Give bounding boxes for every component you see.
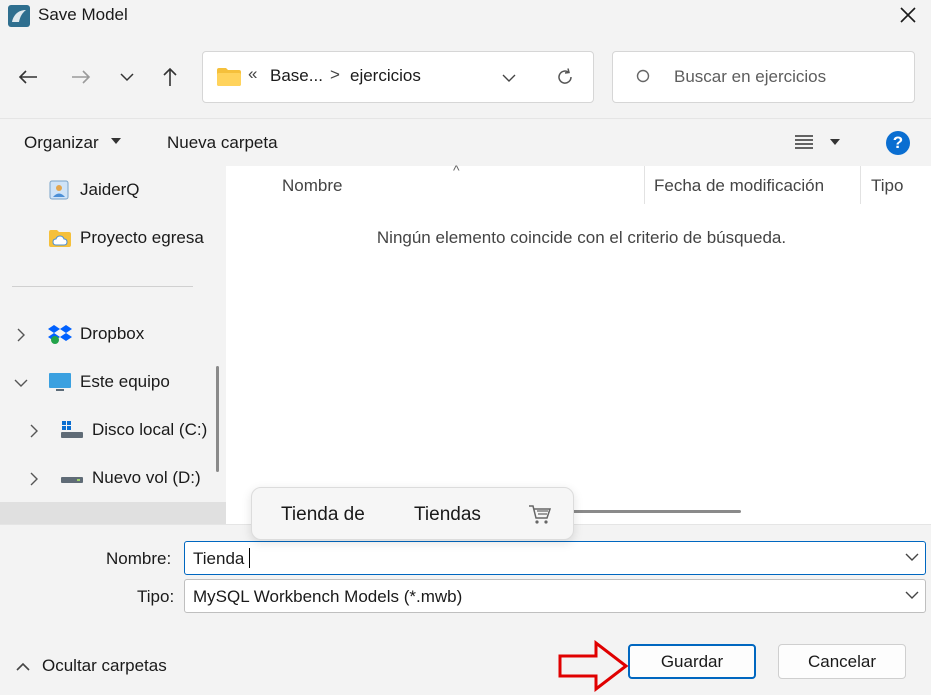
mysql-workbench-icon (8, 5, 30, 27)
sidebar-item-disco-c[interactable]: Disco local (C:) (60, 415, 207, 445)
column-divider[interactable] (860, 166, 861, 204)
cloud-folder-icon (48, 227, 72, 249)
computer-icon (48, 371, 72, 393)
address-overflow[interactable]: « (248, 64, 257, 84)
chevron-right-icon[interactable] (16, 328, 26, 342)
sidebar-item-label: JaiderQ (80, 180, 140, 199)
help-button[interactable]: ? (886, 131, 910, 155)
chevron-down-icon[interactable] (14, 378, 28, 388)
chevron-right-icon[interactable] (29, 472, 39, 486)
sidebar-item-label: Proyecto egresa (80, 228, 204, 247)
search-placeholder: Buscar en ejercicios (674, 67, 827, 86)
drive-icon (60, 467, 84, 489)
caret-down-icon[interactable] (829, 138, 841, 146)
annotation-arrow-icon (558, 640, 629, 692)
file-type-value: MySQL Workbench Models (*.mwb) (193, 587, 463, 606)
shopping-cart-icon[interactable] (528, 503, 552, 525)
search-box[interactable]: Buscar en ejercicios (612, 51, 915, 103)
sidebar-item-label: Dropbox (80, 324, 145, 343)
close-button[interactable] (890, 0, 926, 30)
command-bar: Organizar Nueva carpeta ? (0, 118, 931, 166)
chevron-down-icon[interactable] (905, 552, 919, 562)
new-folder-button[interactable]: Nueva carpeta (167, 133, 278, 153)
close-icon (900, 7, 916, 23)
dropbox-icon (48, 323, 72, 345)
filename-value[interactable]: Tienda (193, 549, 244, 569)
hide-folders-button[interactable]: Ocultar carpetas (42, 656, 167, 676)
address-current[interactable]: ejercicios (350, 66, 421, 86)
column-header-date[interactable]: Fecha de modificación (654, 176, 824, 196)
view-options-icon[interactable] (794, 134, 814, 150)
sidebar-item-nuevo-d[interactable]: Nuevo vol (D:) (60, 463, 201, 493)
cancel-button[interactable]: Cancelar (778, 644, 906, 679)
sidebar-scrollbar[interactable] (216, 366, 219, 472)
sidebar-item-partial[interactable] (0, 502, 226, 524)
sidebar-item-label: Disco local (C:) (92, 420, 208, 439)
filename-input[interactable]: Tienda (184, 541, 926, 575)
recent-locations-button[interactable] (114, 64, 140, 90)
sidebar-divider (12, 286, 193, 287)
save-button[interactable]: Guardar (628, 644, 756, 679)
column-header-name[interactable]: Nombre (282, 176, 342, 196)
chevron-down-icon (120, 73, 134, 82)
title-bar: Save Model (0, 0, 931, 36)
file-type-select[interactable]: MySQL Workbench Models (*.mwb) (184, 579, 926, 613)
navigation-pane: JaiderQ Proyecto egresa Dropbox Este equ… (0, 166, 226, 524)
name-label: Nombre: (106, 549, 172, 568)
sidebar-item-label: Este equipo (80, 372, 170, 391)
chevron-right-icon[interactable] (29, 424, 39, 438)
window-title: Save Model (38, 5, 128, 24)
folder-icon (217, 68, 241, 86)
arrow-up-icon (163, 67, 177, 86)
search-icon (635, 69, 650, 88)
dialog-footer: Ocultar carpetas Guardar Cancelar (0, 620, 931, 695)
sidebar-item-proyecto[interactable]: Proyecto egresa (48, 223, 204, 253)
drive-icon (60, 419, 84, 441)
file-list: ^ Nombre Fecha de modificación Tipo Ning… (232, 162, 931, 524)
column-divider[interactable] (644, 166, 645, 204)
chevron-down-icon (502, 74, 516, 82)
arrow-right-icon (72, 70, 91, 84)
autocomplete-popup: Tienda de Tiendas (251, 487, 574, 540)
navigation-bar: « Base... > ejercicios Buscar en ejercic… (0, 36, 931, 118)
horizontal-scrollbar[interactable] (569, 510, 741, 513)
back-button[interactable] (15, 64, 41, 90)
suggestion-item[interactable]: Tiendas (414, 504, 481, 526)
address-parent[interactable]: Base... (270, 66, 323, 86)
address-dropdown-button[interactable] (499, 66, 519, 90)
refresh-icon (558, 68, 572, 84)
caret-down-icon (111, 138, 121, 144)
chevron-up-icon[interactable] (16, 662, 30, 672)
sidebar-item-este-equipo[interactable]: Este equipo (48, 367, 170, 397)
user-folder-icon (48, 179, 72, 201)
sort-ascending-icon: ^ (453, 162, 460, 178)
address-bar[interactable]: « Base... > ejercicios (202, 51, 594, 103)
forward-button[interactable] (68, 64, 94, 90)
arrow-left-icon (18, 70, 37, 84)
organize-button[interactable]: Organizar (24, 133, 99, 153)
suggestion-item[interactable]: Tienda de (281, 504, 365, 526)
text-cursor (249, 548, 250, 568)
type-label: Tipo: (137, 587, 175, 606)
sidebar-item-label: Nuevo vol (D:) (92, 468, 201, 487)
help-icon: ? (892, 133, 904, 152)
refresh-button[interactable] (553, 65, 577, 89)
chevron-down-icon (905, 591, 919, 599)
address-separator[interactable]: > (330, 65, 340, 85)
sidebar-item-jaiderq[interactable]: JaiderQ (48, 175, 140, 205)
sidebar-item-dropbox[interactable]: Dropbox (48, 319, 144, 349)
empty-results-message: Ningún elemento coincide con el criterio… (376, 228, 787, 247)
up-button[interactable] (157, 64, 183, 90)
column-header-type[interactable]: Tipo (871, 176, 903, 196)
